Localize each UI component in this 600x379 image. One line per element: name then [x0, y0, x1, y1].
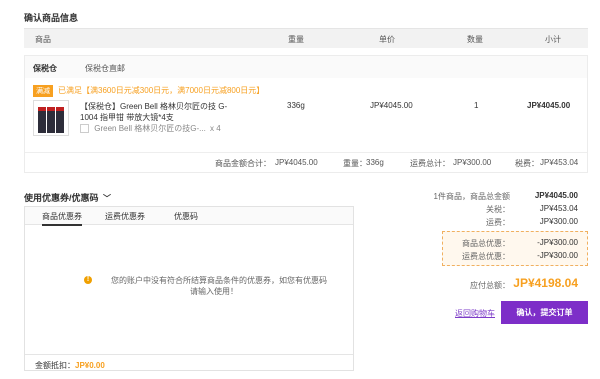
product-title-line1[interactable]: 【保税仓】Green Bell 格林贝尔匠の技 G-: [80, 101, 227, 112]
item-price: JP¥4045.00: [370, 101, 413, 110]
tax-value: JP¥453.04: [540, 158, 579, 167]
item-weight: 336g: [287, 101, 305, 110]
tax-label: 税费：: [515, 159, 539, 168]
store-shipping: 保税仓直邮: [85, 64, 125, 73]
product-title-line2[interactable]: 1004 指甲钳 带放大镜*4支: [80, 112, 227, 123]
tab-coupon-code[interactable]: 优惠码: [174, 211, 198, 222]
weight-value: 336g: [366, 158, 384, 167]
notice-line2: 请输入使用！: [190, 287, 238, 296]
sub-item-qty: x 4: [210, 124, 221, 133]
sub-item-thumb-icon: [80, 124, 89, 134]
tab-product-coupon[interactable]: 商品优惠券: [42, 211, 82, 226]
header-quantity: 数量: [467, 35, 483, 44]
coupon-notice: ! 您的账户中没有符合所结算商品条件的优惠券，如您有优惠码 请输入使用！: [84, 275, 344, 297]
return-cart-link[interactable]: 返回购物车: [455, 308, 495, 319]
deduct-label: 金额抵扣：: [35, 361, 75, 370]
warning-icon: !: [84, 276, 92, 284]
shipping-label: 运费总计：: [410, 159, 450, 168]
order-subtotal-row: 商品金额合计： JP¥4045.00 重量： 336g 运费总计： JP¥300…: [25, 152, 587, 173]
header-weight: 重量: [288, 35, 304, 44]
product-discount-value: -JP¥300.00: [537, 238, 578, 247]
store-name: 保税仓: [33, 64, 57, 73]
store-row: 保税仓 保税仓直邮: [25, 56, 587, 78]
total-label: 应付总额：: [470, 281, 510, 290]
sub-item-title: Green Bell 格林贝尔匠の技G-...: [94, 124, 206, 133]
notice-line1: 您的账户中没有符合所结算商品条件的优惠券，如您有优惠码: [111, 276, 327, 285]
product-discount-label: 商品总优惠：: [462, 239, 510, 248]
weight-label: 重量：: [343, 159, 367, 168]
item-subtotal: JP¥4045.00: [527, 101, 571, 110]
coupon-header-label[interactable]: 使用优惠券/优惠码: [24, 193, 99, 203]
confirm-order-button[interactable]: 确认，提交订单: [501, 301, 588, 324]
promo-tag: 满减: [33, 85, 53, 97]
deduct-amount: JP¥0.00: [75, 361, 105, 370]
summary-items-value: JP¥4045.00: [534, 191, 578, 200]
table-header: 商品 重量 单价 数量 小计: [24, 28, 588, 48]
summary-shipping-label: 运费：: [486, 218, 510, 227]
header-price: 单价: [379, 35, 395, 44]
item-quantity: 1: [474, 101, 479, 110]
shipping-discount-value: -JP¥300.00: [537, 251, 578, 260]
product-title[interactable]: 【保税仓】Green Bell 格林贝尔匠の技 G- 1004 指甲钳 带放大镜…: [80, 101, 227, 123]
summary-tax-label: 关税：: [486, 205, 510, 214]
amount-value: JP¥4045.00: [275, 158, 318, 167]
header-subtotal: 小计: [545, 35, 561, 44]
amount-label: 商品金额合计：: [215, 159, 271, 168]
page-title: 确认商品信息: [24, 13, 79, 23]
summary-shipping-value: JP¥300.00: [539, 217, 578, 226]
tab-shipping-coupon[interactable]: 运费优惠券: [105, 211, 145, 222]
coupon-toggle[interactable]: 使用优惠券/优惠码 ﹀: [24, 191, 111, 204]
summary-items-label: 1件商品，商品总金额: [433, 192, 510, 201]
summary-tax-value: JP¥453.04: [539, 204, 578, 213]
chevron-down-icon[interactable]: ﹀: [103, 194, 111, 203]
header-product: 商品: [35, 35, 51, 44]
product-sub-item: Green Bell 格林贝尔匠の技G-... x 4: [80, 123, 221, 134]
coupon-tabs: 商品优惠券 运费优惠券 优惠码: [25, 207, 353, 226]
product-image[interactable]: [33, 100, 69, 136]
shipping-discount-label: 运费总优惠：: [462, 252, 510, 261]
shipping-value: JP¥300.00: [453, 158, 492, 167]
total-value: JP¥4198.04: [513, 276, 578, 290]
promo-text: 已满足【满3600日元减300日元，满7000日元减800日元】: [58, 86, 265, 95]
deduct-row: 金额抵扣：JP¥0.00: [25, 354, 353, 376]
